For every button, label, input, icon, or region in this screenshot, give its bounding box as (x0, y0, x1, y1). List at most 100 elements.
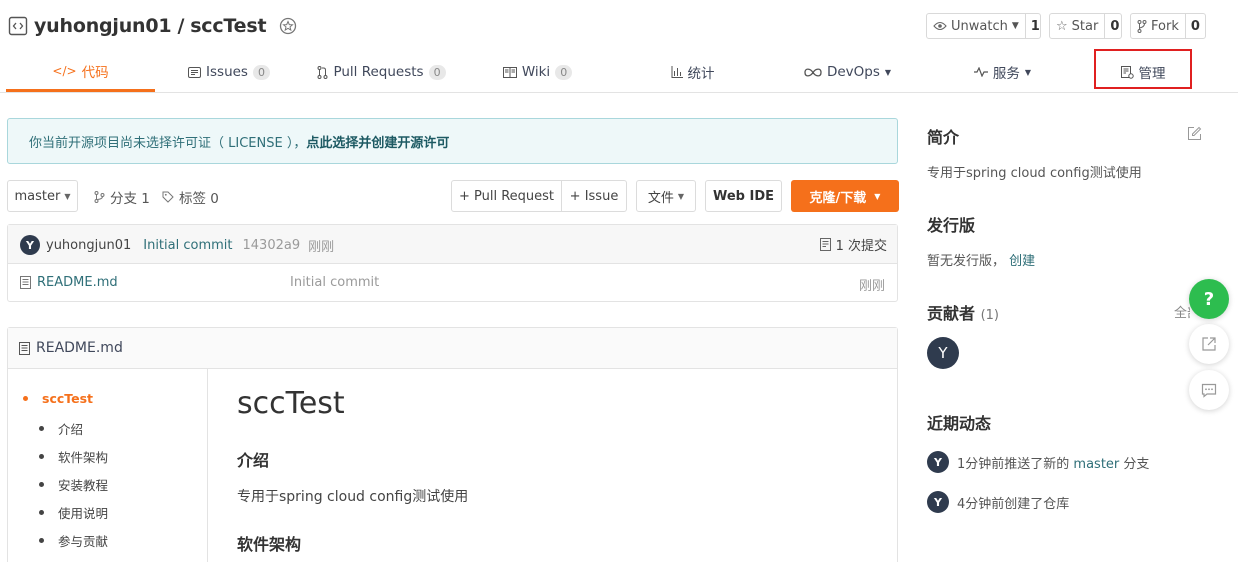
commit-message-link[interactable]: Initial commit (143, 238, 232, 253)
watch-count[interactable]: 1 (1024, 14, 1045, 38)
issues-count-badge: 0 (252, 64, 270, 80)
chat-icon (1201, 383, 1217, 398)
list-item: Y 4分钟前创建了仓库 (927, 491, 1069, 513)
caret-down-icon: ▼ (884, 67, 892, 77)
star-label: Star (1071, 18, 1099, 34)
readme-panel: README.md sccTest 介绍 软件架构 安装教程 使用说明 参与贡献… (7, 327, 898, 562)
fork-button[interactable]: Fork 0 (1130, 13, 1206, 39)
pull-requests-count-badge: 0 (428, 64, 446, 80)
tab-code[interactable]: </> 代码 (6, 52, 155, 92)
avatar[interactable]: Y (927, 337, 959, 369)
license-notice: 你当前开源项目尚未选择许可证（ LICENSE ）， 点此选择并创建开源许可 (7, 118, 898, 164)
caret-down-icon: ▼ (677, 191, 685, 201)
all-contributors-link[interactable]: 全部 (1174, 302, 1190, 321)
pull-request-icon (317, 65, 328, 79)
watch-button[interactable]: Unwatch ▼ 1 (926, 13, 1041, 39)
issues-icon (188, 66, 202, 78)
tab-services[interactable]: 服务 ▼ (925, 52, 1080, 92)
repo-separator: / (177, 15, 185, 37)
commits-list-icon (819, 238, 831, 251)
caret-down-icon: ▼ (874, 191, 881, 201)
readme-intro-text: 专用于spring cloud config测试使用 (237, 489, 469, 505)
wiki-count-badge: 0 (555, 64, 573, 80)
web-ide-button[interactable]: Web IDE (705, 180, 782, 212)
file-menu-button[interactable]: 文件 ▼ (636, 180, 696, 212)
tab-issues[interactable]: Issues 0 (155, 52, 303, 92)
toc-item[interactable]: 介绍 (39, 419, 83, 438)
caret-down-icon: ▼ (1011, 21, 1019, 31)
toc-item[interactable]: 参与贡献 (39, 531, 108, 550)
share-button[interactable] (1189, 324, 1229, 364)
watch-label: Unwatch (951, 18, 1008, 34)
release-text: 暂无发行版， 创建 (927, 254, 1036, 269)
new-pull-request-button[interactable]: + Pull Request (451, 180, 562, 212)
pulse-icon (973, 67, 988, 77)
share-icon (1201, 336, 1217, 352)
list-item: Y 1分钟前推送了新的 master 分支 (927, 451, 1149, 473)
help-button[interactable]: ? (1189, 279, 1229, 319)
toc-item[interactable]: sccTest (23, 391, 93, 406)
bar-chart-icon (671, 66, 683, 78)
repo-title: yuhongjun01 / sccTest (8, 12, 298, 40)
code-icon: </> (52, 63, 77, 78)
latest-commit-table: Y yuhongjun01 Initial commit 14302a9 刚刚 … (7, 224, 898, 302)
repo-tabs: </> 代码 Issues 0 Pull Requests 0 Wiki 0 统… (0, 52, 1238, 93)
readme-section-architecture: 软件架构 (237, 535, 302, 554)
fork-label: Fork (1151, 18, 1179, 34)
toc-item[interactable]: 使用说明 (39, 503, 108, 522)
toc-item[interactable]: 安装教程 (39, 475, 108, 494)
avatar[interactable]: Y (927, 491, 949, 513)
tag-icon (162, 191, 174, 203)
tab-devops[interactable]: DevOps ▼ (770, 52, 925, 92)
repo-owner-link[interactable]: yuhongjun01 (34, 15, 172, 37)
feedback-button[interactable] (1189, 370, 1229, 410)
intro-title: 简介 (927, 128, 960, 147)
caret-down-icon: ▼ (64, 191, 71, 201)
code-repo-icon (8, 16, 28, 36)
latest-commit-row: Y yuhongjun01 Initial commit 14302a9 刚刚 … (8, 225, 897, 264)
file-icon (19, 341, 30, 355)
avatar[interactable]: Y (20, 235, 40, 255)
commit-count-link[interactable]: 1 次提交 (819, 235, 887, 254)
readme-header: README.md (8, 328, 897, 369)
commit-author[interactable]: yuhongjun01 (46, 238, 131, 253)
table-row: README.md Initial commit 刚刚 (8, 264, 897, 302)
manage-tab-highlight (1094, 49, 1192, 89)
branch-link[interactable]: master (1073, 457, 1119, 472)
commit-time: 刚刚 (308, 239, 335, 255)
tab-stats[interactable]: 统计 (615, 52, 770, 92)
repo-name-link[interactable]: sccTest (190, 15, 266, 37)
clone-download-button[interactable]: 克隆/下载 ▼ (791, 180, 899, 212)
tab-wiki[interactable]: Wiki 0 (460, 52, 615, 92)
edit-icon[interactable] (1187, 126, 1202, 141)
readme-heading: sccTest (237, 386, 345, 421)
file-icon (20, 276, 31, 289)
create-release-link[interactable]: 创建 (1009, 254, 1035, 269)
license-notice-text: 你当前开源项目尚未选择许可证（ LICENSE ）， (29, 135, 307, 151)
recent-activity-title: 近期动态 (927, 414, 992, 433)
infinity-icon (804, 67, 822, 77)
branches-link[interactable]: 分支 1 (94, 187, 150, 207)
file-commit-message[interactable]: Initial commit (290, 275, 379, 290)
file-commit-time: 刚刚 (858, 279, 885, 294)
fork-icon (1137, 19, 1147, 33)
branch-icon (94, 191, 105, 203)
caret-down-icon: ▼ (1024, 67, 1032, 77)
contributors-count: (1) (980, 308, 1000, 323)
readme-toc: sccTest 介绍 软件架构 安装教程 使用说明 参与贡献 (8, 369, 208, 562)
eye-icon (933, 21, 947, 31)
intro-text: 专用于spring cloud config测试使用 (927, 166, 1142, 181)
create-license-link[interactable]: 点此选择并创建开源许可 (306, 132, 449, 151)
fork-count[interactable]: 0 (1184, 14, 1205, 38)
star-count[interactable]: 0 (1104, 14, 1124, 38)
branch-select[interactable]: master ▼ (7, 180, 78, 212)
file-name-link[interactable]: README.md (37, 275, 118, 290)
toc-item[interactable]: 软件架构 (39, 447, 108, 466)
release-title: 发行版 (927, 216, 976, 235)
avatar[interactable]: Y (927, 451, 949, 473)
star-button[interactable]: ☆ Star 0 (1049, 13, 1122, 39)
new-issue-button[interactable]: + Issue (561, 180, 627, 212)
tab-pull-requests[interactable]: Pull Requests 0 (303, 52, 460, 92)
commit-hash[interactable]: 14302a9 (243, 238, 301, 253)
tags-link[interactable]: 标签 0 (162, 187, 219, 207)
